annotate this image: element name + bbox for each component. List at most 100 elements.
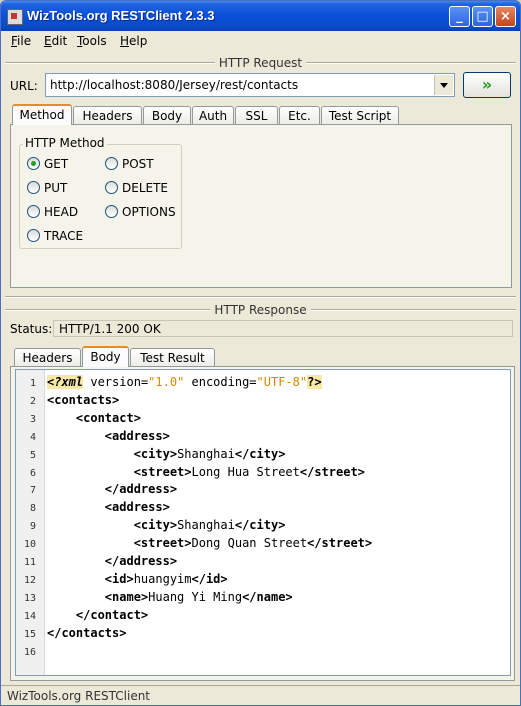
tab-auth[interactable]: Auth: [192, 106, 234, 125]
code-token: </street>: [299, 464, 365, 479]
code-line: </contacts>: [47, 626, 126, 640]
code-token: <city>: [133, 518, 178, 533]
line-number: 7: [29, 485, 36, 497]
status-label: Status:: [10, 322, 53, 336]
maximize-button[interactable]: □: [472, 6, 493, 27]
menu-edit[interactable]: Edit: [44, 34, 67, 48]
menu-help[interactable]: Help: [120, 34, 147, 48]
radio-icon: [27, 205, 40, 218]
split-pane-divider[interactable]: [5, 296, 516, 298]
code-line: <city>Shanghai</city>: [47, 518, 286, 533]
tab-etc[interactable]: Etc.: [279, 106, 320, 125]
minimize-button[interactable]: _: [449, 6, 470, 27]
code-line: </address>: [47, 554, 177, 568]
radio-selected-icon: [27, 157, 40, 170]
window-title: WizTools.org RESTClient 2.3.3: [27, 8, 215, 23]
line-number: 5: [29, 449, 36, 461]
code-line: <city>Shanghai</city>: [47, 446, 286, 461]
code-line: <contacts>: [47, 393, 119, 407]
menu-tools[interactable]: Tools: [77, 34, 107, 48]
tab-ssl[interactable]: SSL: [235, 106, 278, 125]
radio-put[interactable]: PUT: [27, 181, 67, 195]
code-token: <name>: [104, 589, 149, 604]
url-input[interactable]: [48, 77, 432, 93]
code-token: encoding=: [184, 375, 257, 389]
line-number: 2: [29, 395, 36, 407]
code-line: <street>Dong Quan Street</street>: [47, 536, 372, 550]
tab-response-headers[interactable]: Headers: [14, 348, 81, 367]
radio-icon: [105, 157, 118, 170]
response-section-title: HTTP Response: [1, 303, 520, 317]
code-token: </city>: [234, 518, 286, 533]
radio-icon: [27, 229, 40, 242]
url-label: URL:: [10, 79, 38, 93]
code-token: Huang Yi Ming: [148, 589, 243, 604]
request-section-title: HTTP Request: [1, 56, 520, 70]
tab-test-script[interactable]: Test Script: [321, 106, 399, 125]
radio-icon: [27, 181, 40, 194]
radio-head[interactable]: HEAD: [27, 205, 78, 219]
code-line: <?xml version="1.0" encoding="UTF-8"?>: [47, 375, 322, 389]
code-line: <address>: [47, 429, 170, 443]
response-body-editor[interactable]: 1 2 3 4 5 6 7 8 9 10 11 12 13 14 15 16 <?xml version="1…: [15, 369, 511, 676]
tab-test-result[interactable]: Test Result: [130, 348, 215, 367]
line-number: 16: [23, 646, 36, 658]
go-button[interactable]: »: [463, 72, 511, 98]
code-token: version=: [83, 375, 149, 389]
line-number-gutter: 1 2 3 4 5 6 7 8 9 10 11 12 13 14 15 16: [16, 370, 45, 675]
line-number: 8: [29, 503, 36, 515]
line-number: 9: [29, 521, 36, 533]
tab-response-body[interactable]: Body: [82, 346, 129, 367]
radio-delete[interactable]: DELETE: [105, 181, 168, 195]
line-number: 12: [23, 574, 36, 586]
code-line: <street>Long Hua Street</street>: [47, 465, 365, 479]
chevron-down-icon[interactable]: [434, 75, 453, 95]
status-value: HTTP/1.1 200 OK: [59, 322, 161, 336]
code-line: <contact>: [47, 411, 141, 425]
code-token: <id>: [104, 571, 134, 586]
line-number: 15: [23, 628, 36, 640]
line-number: 11: [23, 557, 36, 568]
radio-icon: [105, 205, 118, 218]
tab-headers[interactable]: Headers: [73, 106, 142, 125]
url-combobox[interactable]: [45, 73, 455, 97]
menu-file[interactable]: File: [11, 34, 31, 48]
code-token: </city>: [234, 446, 286, 461]
title-bar[interactable]: WizTools.org RESTClient 2.3.3 _ □ ×: [1, 1, 520, 31]
code-token: Dong Quan Street: [191, 536, 308, 551]
tab-method[interactable]: Method: [12, 104, 72, 125]
code-token: "1.0": [148, 375, 185, 389]
code-token: Shanghai: [177, 518, 235, 533]
code-token: <street>: [133, 464, 192, 479]
code-token: </address>: [104, 482, 178, 497]
radio-options[interactable]: OPTIONS: [105, 205, 176, 219]
code-line: <id>huangyim</id>: [47, 572, 228, 586]
radio-post[interactable]: POST: [105, 157, 154, 171]
code-token: huangyim: [133, 571, 192, 586]
status-bar: WizTools.org RESTClient: [1, 685, 520, 705]
code-token: <street>: [133, 536, 192, 551]
radio-trace[interactable]: TRACE: [27, 229, 83, 243]
code-token: </street>: [307, 536, 373, 551]
close-button[interactable]: ×: [495, 6, 516, 27]
line-number: 1: [29, 378, 36, 389]
code-line: </address>: [47, 482, 177, 496]
app-icon[interactable]: [7, 9, 23, 25]
code-token: </contact>: [75, 607, 149, 622]
radio-get[interactable]: GET: [27, 157, 68, 171]
code-token: Long Hua Street: [191, 464, 300, 479]
status-bar-text: WizTools.org RESTClient: [7, 689, 151, 703]
code-token: <address>: [104, 500, 170, 515]
tab-body[interactable]: Body: [143, 106, 191, 125]
status-field: HTTP/1.1 200 OK: [53, 320, 513, 337]
code-token: </contacts>: [47, 625, 127, 640]
